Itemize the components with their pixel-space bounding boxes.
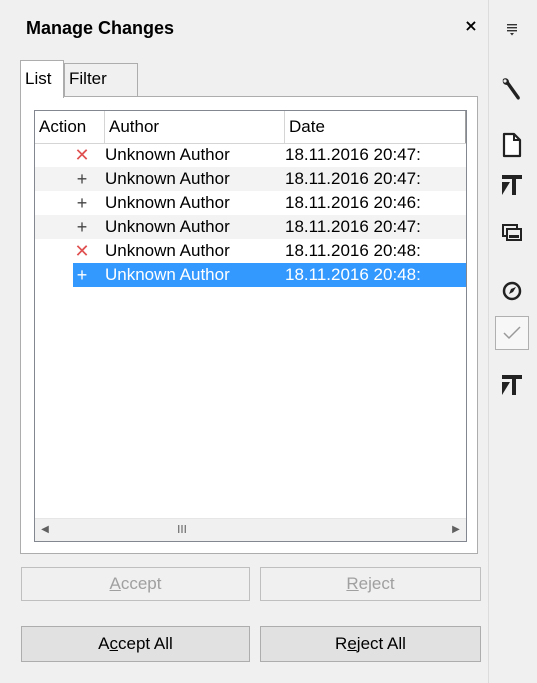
accept-all-button[interactable]: Accept All [21,626,250,662]
reject-label-rest: eject [358,574,395,593]
deck-title: Manage Changes [26,18,175,38]
styles-icon[interactable] [495,168,529,202]
reject-mnemonic: R [346,574,359,593]
tab-page-list: Action Author Date ✕ Unknown Author 18.1… [20,96,478,554]
row-date: 18.11.2016 20:46: [285,193,421,212]
reject-icon: ✕ [74,241,90,261]
table-row[interactable]: + Unknown Author 18.11.2016 20:46: [35,191,466,215]
sidebar-tabbar [488,0,537,683]
reject-all-label-rest: ject All [356,634,406,653]
column-header-date[interactable]: Date [285,111,466,143]
tab-filter[interactable]: Filter [64,63,138,97]
sidebar-deck: Manage Changes × List Filter Action Auth… [0,0,488,683]
design-icon[interactable] [495,368,529,402]
row-author: Unknown Author [105,169,230,188]
reject-icon: ✕ [74,145,90,165]
insert-icon: + [76,169,88,189]
table-row[interactable]: + Unknown Author 18.11.2016 20:47: [35,167,466,191]
gallery-icon[interactable] [495,216,529,250]
accept-all-label-pre: A [98,634,110,653]
row-date: 18.11.2016 20:47: [285,169,421,188]
table-row[interactable]: ✕ Unknown Author 18.11.2016 20:47: [35,143,466,167]
reject-button[interactable]: Reject [260,567,481,601]
row-date: 18.11.2016 20:47: [285,217,421,236]
properties-wrench-icon[interactable] [495,72,529,106]
horizontal-scrollbar[interactable]: ◀ III ▶ [35,518,466,541]
manage-changes-icon[interactable] [495,316,529,350]
tab-list[interactable]: List [20,60,64,98]
scroll-left-icon[interactable]: ◀ [35,519,55,541]
table-row[interactable]: ✕ Unknown Author 18.11.2016 20:48: [35,239,466,263]
row-author: Unknown Author [105,241,230,260]
page-icon[interactable] [495,128,529,162]
accept-mnemonic: A [109,574,121,593]
reject-all-label-pre: R [335,634,348,653]
close-icon[interactable]: × [462,16,480,36]
accept-all-mnemonic: c [109,634,119,653]
table-row-selected[interactable]: + Unknown Author 18.11.2016 20:48: [35,263,466,287]
navigator-icon[interactable] [495,274,529,308]
accept-all-label-rest: cept All [118,634,173,653]
accept-button[interactable]: Accept [21,567,250,601]
scroll-thumb[interactable]: III [57,521,307,538]
menu-icon[interactable] [495,12,529,46]
changes-list[interactable]: Action Author Date ✕ Unknown Author 18.1… [34,110,467,542]
row-author: Unknown Author [105,265,230,284]
row-date: 18.11.2016 20:48: [285,265,421,284]
row-author: Unknown Author [105,145,230,164]
accept-label-rest: ccept [120,574,162,593]
insert-icon: + [76,217,88,237]
row-author: Unknown Author [105,217,230,236]
row-date: 18.11.2016 20:47: [285,145,421,164]
row-author: Unknown Author [105,193,230,212]
insert-icon: + [76,193,88,213]
reject-all-mnemonic: e [347,634,357,653]
scroll-right-icon[interactable]: ▶ [446,519,466,541]
insert-icon: + [76,265,88,285]
list-header: Action Author Date [35,111,466,144]
row-date: 18.11.2016 20:48: [285,241,421,260]
reject-all-button[interactable]: Reject All [260,626,481,662]
column-header-author[interactable]: Author [105,111,285,143]
column-header-action[interactable]: Action [35,111,105,143]
table-row[interactable]: + Unknown Author 18.11.2016 20:47: [35,215,466,239]
